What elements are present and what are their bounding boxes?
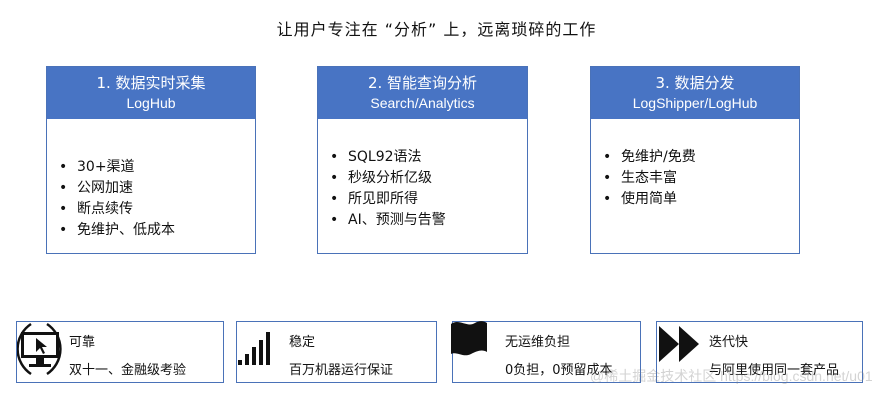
list-item: • 生态丰富 — [603, 168, 696, 189]
card-query-analysis: 2. 智能查询分析 Search/Analytics • SQL92语法 • 秒级分… — [317, 66, 528, 254]
list-item-text: 30+渠道 — [77, 159, 135, 175]
card-subtitle: LogHub — [126, 95, 176, 111]
card-header: 3. 数据分发 LogShipper/LogHub — [591, 67, 799, 119]
bullet-icon: • — [603, 191, 612, 207]
list-item: • 所见即所得 — [330, 189, 446, 210]
list-item: • 30+渠道 — [59, 157, 175, 178]
list-item: • 使用简单 — [603, 189, 696, 210]
bullet-icon: • — [330, 149, 339, 165]
bullet-icon: • — [330, 170, 339, 186]
card-header: 2. 智能查询分析 Search/Analytics — [318, 67, 527, 119]
feature-reliable: 可靠 双十一、金融级考验 — [16, 321, 224, 383]
bullet-icon: • — [330, 191, 339, 207]
card-data-collection: 1. 数据实时采集 LogHub • 30+渠道 • 公网加速 • 断点续传 • 免维护… — [46, 66, 256, 254]
list-item-text: 所见即所得 — [348, 191, 418, 207]
bullet-icon: • — [59, 222, 68, 238]
list-item-text: 断点续传 — [77, 201, 133, 217]
card-title: 3. 数据分发 — [655, 74, 735, 92]
fast-forward-icon — [659, 326, 699, 362]
card-title: 2. 智能查询分析 — [367, 74, 478, 92]
feature-title: 稳定 — [289, 335, 316, 350]
feature-desc: 双十一、金融级考验 — [69, 363, 187, 378]
bullet-icon: • — [603, 170, 612, 186]
list-item-text: 使用简单 — [621, 191, 677, 207]
list-item: • 秒级分析亿级 — [330, 168, 446, 189]
list-item-text: SQL92语法 — [348, 149, 422, 165]
list-item: • 公网加速 — [59, 178, 175, 199]
card-data-distribution: 3. 数据分发 LogShipper/LogHub • 免维护/免费 • 生态丰富 … — [590, 66, 800, 254]
card-title: 1. 数据实时采集 — [96, 74, 206, 92]
card-header: 1. 数据实时采集 LogHub — [47, 67, 255, 119]
feature-desc: 百万机器运行保证 — [289, 363, 394, 378]
list-item-text: 公网加速 — [77, 180, 133, 196]
bullet-icon: • — [59, 180, 68, 196]
list-item-text: 免维护、低成本 — [77, 222, 175, 238]
list-item-text: 生态丰富 — [621, 170, 677, 186]
list-item-text: AI、预测与告警 — [348, 212, 446, 228]
card-list: • 免维护/免费 • 生态丰富 • 使用简单 — [603, 147, 696, 210]
feature-title: 迭代快 — [709, 335, 749, 350]
bullet-icon: • — [59, 201, 68, 217]
flag-icon — [451, 321, 487, 356]
bullet-icon: • — [330, 212, 339, 228]
list-item: • SQL92语法 — [330, 147, 446, 168]
feature-title: 无运维负担 — [505, 335, 571, 350]
monitor-cursor-icon — [17, 322, 62, 376]
list-item: • AI、预测与告警 — [330, 210, 446, 231]
bullet-icon: • — [603, 149, 612, 165]
card-subtitle: LogShipper/LogHub — [632, 95, 758, 111]
watermark: @稀土掘金技术社区 https://blog.csdn.net/u0130760… — [590, 368, 873, 384]
card-subtitle: Search/Analytics — [370, 95, 475, 111]
list-item: • 免维护/免费 — [603, 147, 696, 168]
feature-stable: 稳定 百万机器运行保证 — [236, 321, 437, 383]
signal-bars-icon — [238, 332, 270, 365]
list-item: • 免维护、低成本 — [59, 220, 175, 241]
list-item: • 断点续传 — [59, 199, 175, 220]
card-list: • SQL92语法 • 秒级分析亿级 • 所见即所得 • AI、预测与告警 — [330, 147, 446, 231]
list-item-text: 秒级分析亿级 — [348, 170, 432, 186]
page-title: 让用户专注在 “分析” 上，远离琐碎的工作 — [276, 20, 597, 39]
feature-title: 可靠 — [69, 335, 96, 350]
card-list: • 30+渠道 • 公网加速 • 断点续传 • 免维护、低成本 — [59, 157, 175, 241]
bullet-icon: • — [59, 159, 68, 175]
list-item-text: 免维护/免费 — [621, 149, 696, 165]
